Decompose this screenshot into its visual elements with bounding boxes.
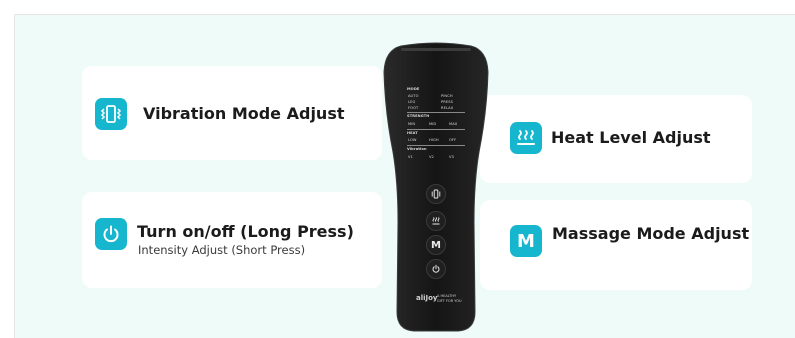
remote-heat-button[interactable]	[426, 211, 446, 231]
screen-vibration-item: V2	[429, 155, 434, 159]
screen-vibration-heading: Vibration	[407, 147, 427, 151]
screen-divider	[407, 112, 465, 113]
brand-tagline: GIFT FOR YOU	[437, 299, 462, 303]
screen-mode-item: RELAX	[441, 106, 454, 110]
screen-mode-item: AUTO	[408, 94, 419, 98]
vibration-icon	[95, 98, 127, 130]
vibration-mode-label: Vibration Mode Adjust	[143, 104, 345, 123]
remote-power-button[interactable]	[426, 259, 446, 279]
remote-massage-letter: M	[431, 239, 441, 251]
remote-display: MODE AUTO PINCH LEG PRESS FOOT RELAX STR…	[405, 87, 467, 165]
screen-divider	[407, 129, 465, 130]
screen-strength-heading: STRENGTH	[407, 114, 430, 118]
screen-vibration-item: V1	[408, 155, 413, 159]
brand-tagline: A HEALTHY	[437, 294, 457, 298]
screen-vibration-item: V3	[449, 155, 454, 159]
screen-mode-item: FOOT	[408, 106, 419, 110]
screen-heat-item: HIGH	[429, 138, 439, 142]
m-letter-icon: M	[510, 225, 542, 257]
brand-logo: aliJoy	[416, 294, 438, 302]
screen-strength-item: MAX	[449, 122, 458, 126]
power-icon	[95, 218, 127, 250]
vibration-icon	[431, 189, 441, 199]
screen-strength-item: MIN	[408, 122, 416, 126]
screen-heat-heading: HEAT	[407, 131, 418, 135]
screen-mode-heading: MODE	[407, 87, 420, 91]
remote-vibration-button[interactable]	[426, 184, 446, 204]
screen-divider	[407, 145, 465, 146]
power-label: Turn on/off (Long Press)	[137, 222, 354, 241]
m-letter: M	[517, 230, 535, 252]
power-icon	[432, 264, 440, 273]
intensity-sublabel: Intensity Adjust (Short Press)	[138, 243, 306, 257]
remote-massage-button[interactable]: M	[426, 235, 446, 255]
screen-mode-item: PINCH	[441, 94, 453, 98]
screen-mode-item: LEG	[408, 100, 416, 104]
heat-waves-icon	[432, 217, 440, 225]
screen-mode-item: PRESS	[441, 100, 453, 104]
screen-heat-item: LOW	[408, 138, 417, 142]
screen-heat-item: OFF	[449, 138, 457, 142]
heat-waves-icon	[510, 122, 542, 154]
screen-strength-item: MID	[429, 122, 437, 126]
heat-level-label: Heat Level Adjust	[551, 128, 711, 147]
massage-mode-label: Massage Mode Adjust	[552, 224, 750, 243]
